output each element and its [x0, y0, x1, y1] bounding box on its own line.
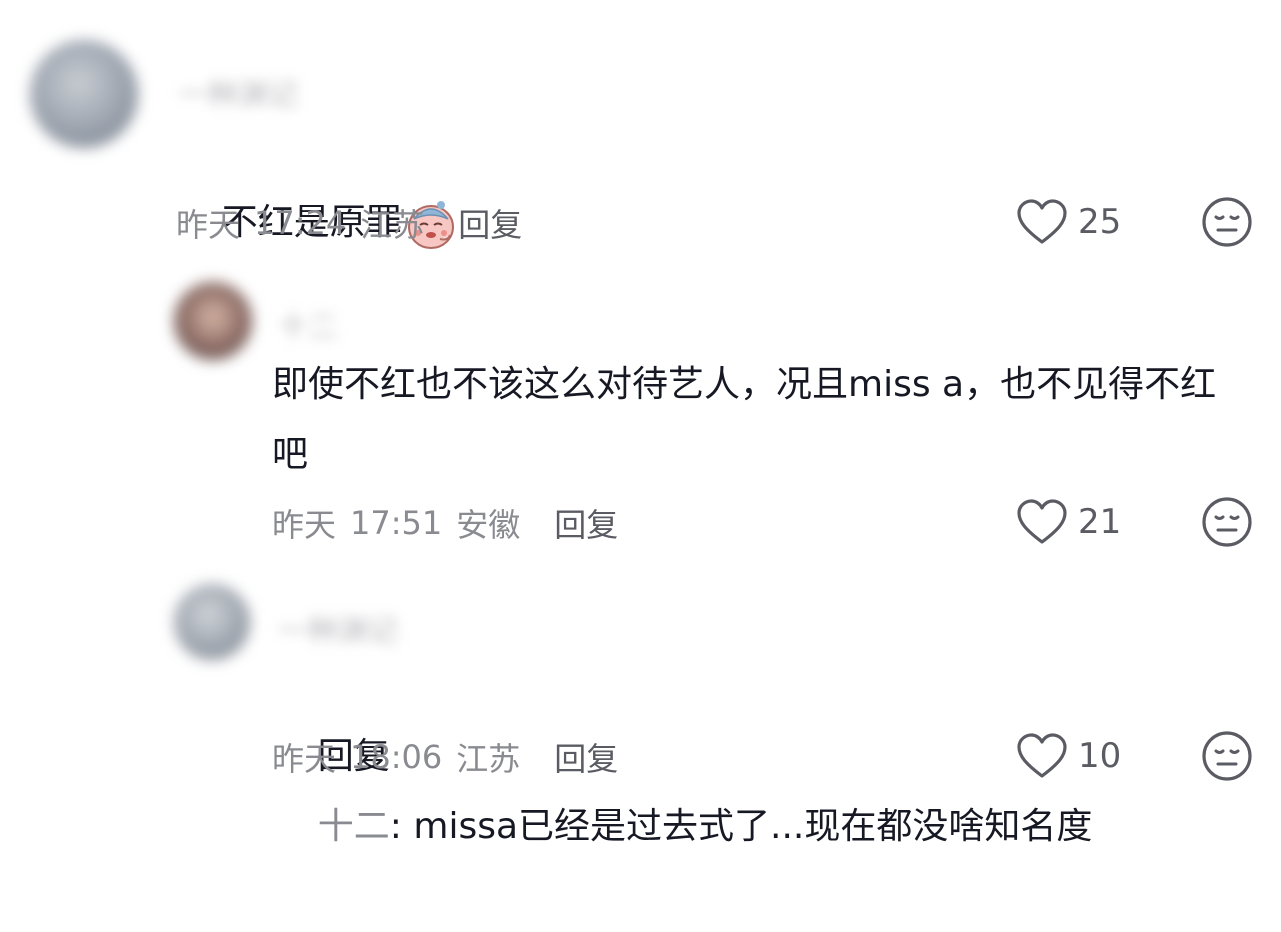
heart-outline-icon [1017, 499, 1067, 544]
like-button[interactable]: 25 [1016, 198, 1121, 246]
comment-date: 昨天 [272, 740, 337, 778]
comment-time: 17:51 [350, 504, 443, 542]
comment-meta: 昨天 18:06 江苏 回复 [272, 734, 618, 780]
comment-time: 17:24 [254, 204, 347, 242]
comment-location: 安徽 [456, 506, 521, 544]
comment-location: 江苏 [360, 206, 425, 244]
avatar[interactable] [174, 282, 252, 360]
comment-meta: 昨天 17:51 安徽 回复 [272, 500, 618, 546]
reply-button[interactable]: 回复 [554, 734, 618, 780]
like-count: 21 [1078, 502, 1122, 542]
comment-time: 18:06 [350, 738, 443, 776]
avatar[interactable] [30, 40, 138, 148]
like-button[interactable]: 10 [1016, 732, 1121, 780]
comment-date: 昨天 [272, 506, 337, 544]
username[interactable]: 十二 [278, 302, 338, 346]
comment-text: 回复 十二: missa已经是过去式了...现在都没啥知名度 [272, 652, 1262, 932]
comment-date: 昨天 [176, 206, 241, 244]
comment-item: 一种渊记 回复 十二: missa已经是过去式了...现在都没啥知名度 昨天 1… [0, 560, 1281, 847]
heart-outline-icon [1017, 199, 1067, 244]
username[interactable]: 一种渊记 [178, 70, 298, 114]
comment-item: 十二 即使不红也不该这么对待艺人，况且miss a，也不见得不红吧 昨天 17:… [0, 260, 1281, 560]
like-count: 10 [1078, 736, 1122, 776]
comment-meta: 昨天 17:24 江苏 回复 [176, 200, 522, 246]
reply-button[interactable]: 回复 [554, 500, 618, 546]
heart-outline-icon [1017, 733, 1067, 778]
meh-face-icon[interactable] [1201, 196, 1253, 248]
comment-item: 一种渊记 不红是原罪 昨天 17:24 江苏 回复 25 [0, 0, 1281, 260]
comment-location: 江苏 [456, 740, 521, 778]
reply-button[interactable]: 回复 [458, 200, 522, 246]
meh-face-icon[interactable] [1201, 496, 1253, 548]
username[interactable]: 一种渊记 [278, 606, 398, 650]
avatar[interactable] [174, 584, 250, 660]
meh-face-icon[interactable] [1201, 730, 1253, 782]
comment-text: 即使不红也不该这么对待艺人，况且miss a，也不见得不红吧 [272, 364, 1217, 475]
like-count: 25 [1078, 202, 1122, 242]
reply-target-username[interactable]: 十二 [318, 806, 390, 847]
comment-text-body: : missa已经是过去式了...现在都没啥知名度 [389, 806, 1093, 847]
like-button[interactable]: 21 [1016, 498, 1121, 546]
